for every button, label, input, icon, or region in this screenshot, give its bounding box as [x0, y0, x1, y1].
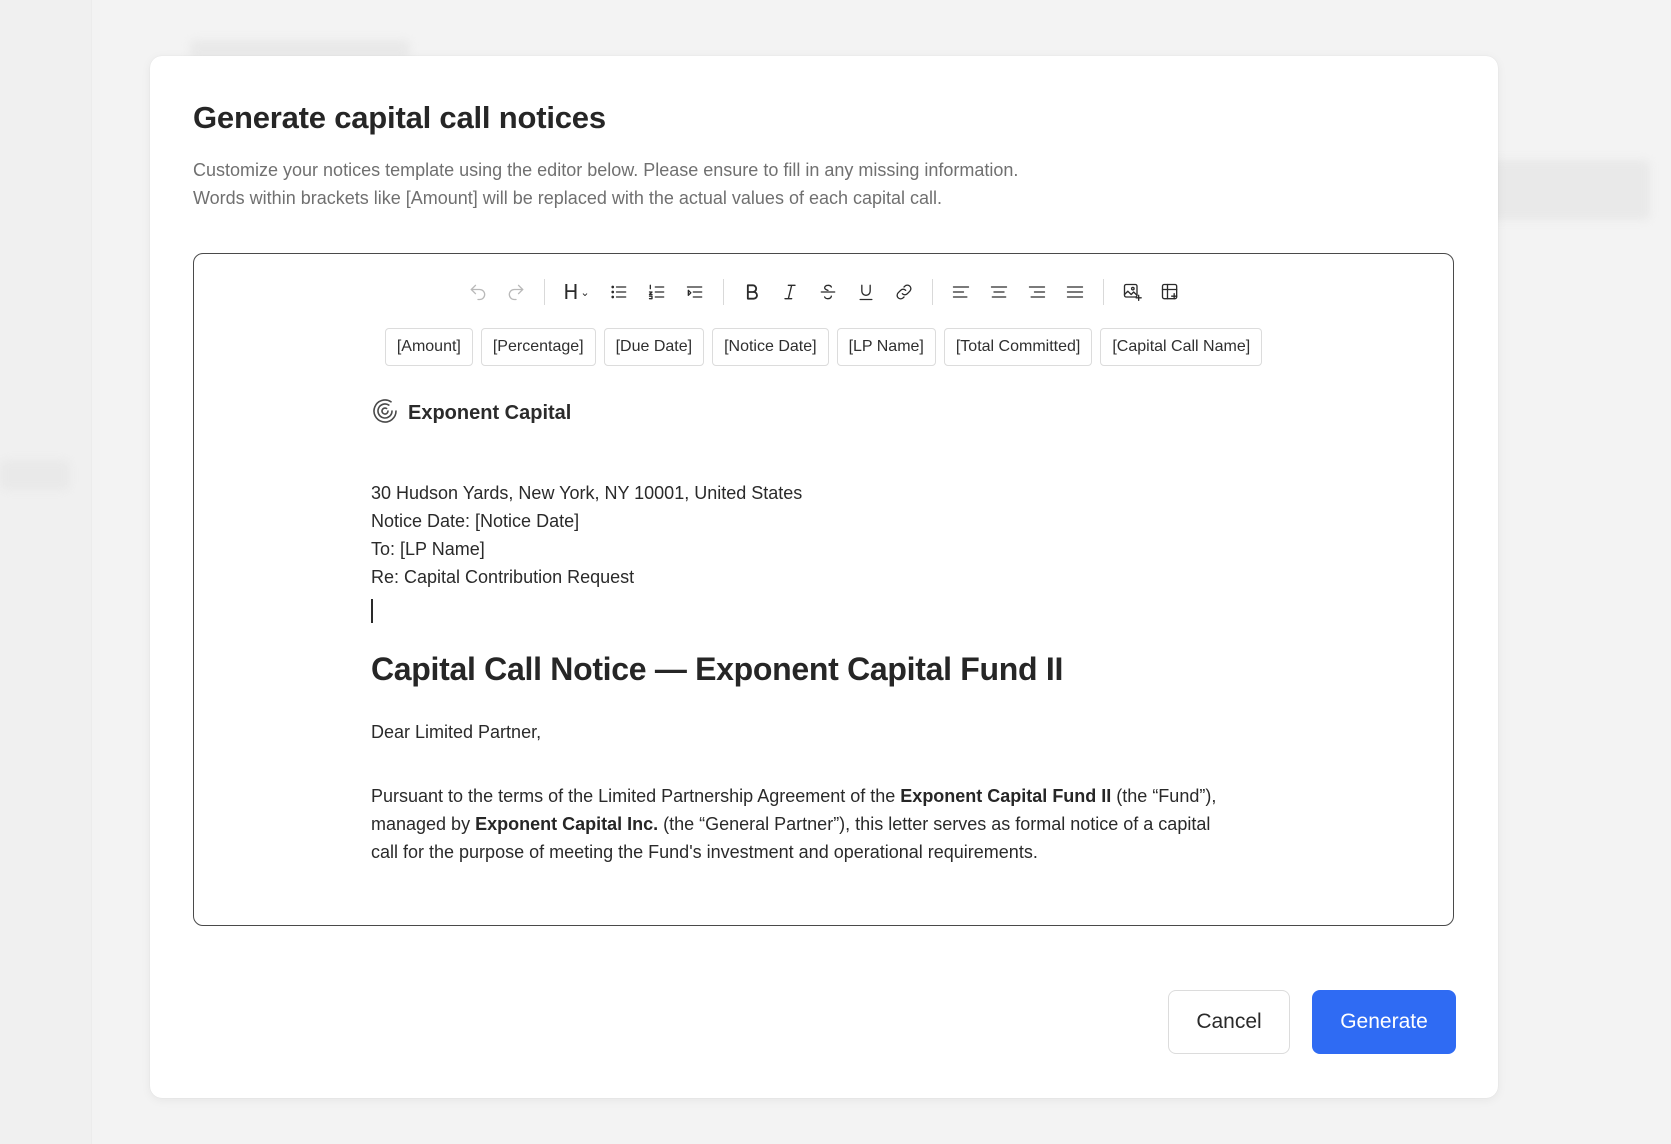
link-icon[interactable]: [888, 276, 920, 308]
to-line: To: [LP Name]: [371, 539, 485, 559]
strikethrough-icon[interactable]: [812, 276, 844, 308]
document-heading: Capital Call Notice — Exponent Capital F…: [371, 651, 1064, 687]
placeholder-chip-capital-call-name[interactable]: [Capital Call Name]: [1100, 328, 1263, 366]
align-right-icon[interactable]: [1021, 276, 1053, 308]
generate-notices-dialog: Generate capital call notices Customize …: [150, 56, 1498, 1098]
placeholder-chip-notice-date[interactable]: [Notice Date]: [712, 328, 829, 366]
body-text: Pursuant to the terms of the Limited Par…: [371, 786, 901, 806]
toolbar-divider: [931, 279, 933, 305]
ordered-list-icon[interactable]: [641, 276, 673, 308]
undo-icon[interactable]: [462, 276, 494, 308]
re-line: Re: Capital Contribution Request: [371, 567, 635, 587]
address-block: 30 Hudson Yards, New York, NY 10001, Uni…: [371, 479, 1231, 591]
bold-icon[interactable]: [736, 276, 768, 308]
redo-icon[interactable]: [500, 276, 532, 308]
notice-date-line: Notice Date: [Notice Date]: [371, 511, 580, 531]
heading-dropdown[interactable]: H ⌄: [557, 276, 597, 308]
align-center-icon[interactable]: [983, 276, 1015, 308]
exponent-logo-icon: [370, 396, 400, 431]
address-line: 30 Hudson Yards, New York, NY 10001, Uni…: [371, 483, 803, 503]
dialog-description: Customize your notices template using th…: [193, 156, 1018, 212]
editor-toolbar: H ⌄: [194, 272, 1453, 312]
indent-list-icon[interactable]: [679, 276, 711, 308]
bullet-list-icon[interactable]: [603, 276, 635, 308]
text-cursor: [371, 599, 373, 623]
dialog-description-line: Words within brackets like [Amount] will…: [193, 188, 943, 208]
toolbar-divider: [543, 279, 545, 305]
placeholder-chip-lp-name[interactable]: [LP Name]: [836, 328, 936, 366]
body-paragraph: Pursuant to the terms of the Limited Par…: [371, 782, 1231, 866]
template-editor[interactable]: H ⌄ [Amount] [Percentage] [Due Date] [No…: [193, 253, 1454, 926]
insert-image-icon[interactable]: [1116, 276, 1148, 308]
placeholder-chip-total-committed[interactable]: [Total Committed]: [943, 328, 1093, 366]
brand-header: Exponent Capital: [370, 396, 1231, 431]
chevron-down-icon: ⌄: [580, 285, 590, 299]
placeholder-chip-amount[interactable]: [Amount]: [384, 328, 473, 366]
brand-name: Exponent Capital: [408, 402, 572, 424]
underline-icon[interactable]: [850, 276, 882, 308]
body-bold-text: Exponent Capital Inc.: [475, 814, 659, 834]
italic-icon[interactable]: [774, 276, 806, 308]
placeholder-chip-due-date[interactable]: [Due Date]: [603, 328, 705, 366]
body-bold-text: Exponent Capital Fund II: [900, 786, 1112, 806]
background-sidebar: [0, 0, 92, 1144]
document-content[interactable]: Exponent Capital 30 Hudson Yards, New Yo…: [371, 396, 1231, 866]
align-justify-icon[interactable]: [1059, 276, 1091, 308]
placeholder-chip-percentage[interactable]: [Percentage]: [480, 328, 596, 366]
background-blur: [0, 460, 70, 490]
toolbar-divider: [1102, 279, 1104, 305]
heading-label: H: [563, 280, 579, 304]
cancel-button[interactable]: Cancel: [1168, 990, 1290, 1054]
salutation: Dear Limited Partner,: [371, 722, 542, 742]
dialog-title: Generate capital call notices: [193, 100, 606, 135]
align-left-icon[interactable]: [945, 276, 977, 308]
insert-table-icon[interactable]: [1154, 276, 1186, 308]
generate-button[interactable]: Generate: [1312, 990, 1456, 1054]
toolbar-divider: [722, 279, 724, 305]
dialog-description-line: Customize your notices template using th…: [193, 160, 1019, 180]
placeholder-chips: [Amount] [Percentage] [Due Date] [Notice…: [194, 328, 1453, 366]
